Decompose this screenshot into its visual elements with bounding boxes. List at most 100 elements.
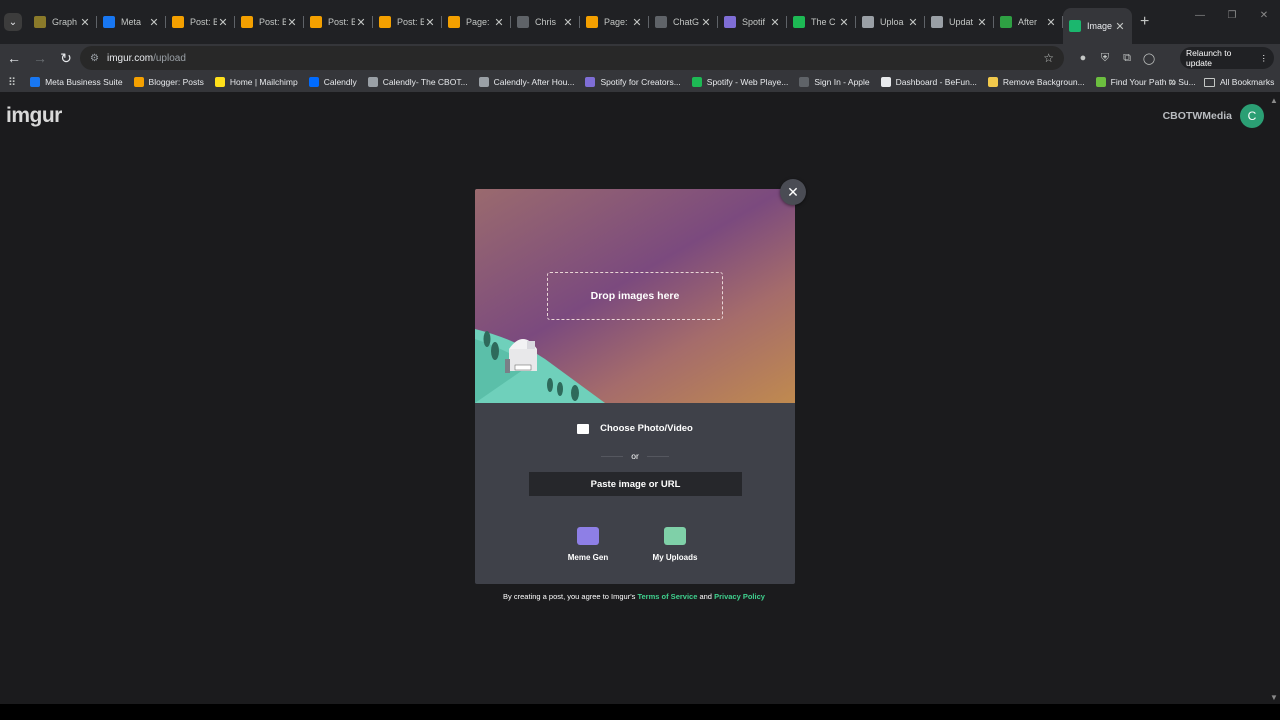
bookmark-item[interactable]: Spotify - Web Playe... bbox=[691, 77, 788, 87]
choose-photo-video-button[interactable]: Choose Photo/Video bbox=[475, 423, 795, 434]
close-icon[interactable]: ✕ bbox=[286, 16, 298, 29]
bookmark-item[interactable]: Remove Backgroun... bbox=[987, 77, 1085, 87]
more-menu-icon[interactable]: ⋮ bbox=[1260, 53, 1269, 64]
tab-title: The C bbox=[811, 17, 836, 27]
drop-zone[interactable]: Drop images here bbox=[547, 272, 723, 320]
tab[interactable]: Chris ✕ bbox=[511, 6, 580, 38]
tab-favicon bbox=[1000, 16, 1012, 28]
shield-icon[interactable]: ⛨ bbox=[1094, 48, 1116, 68]
restore-icon[interactable]: ❐ bbox=[1216, 0, 1248, 30]
or-divider: or bbox=[593, 451, 677, 461]
scroll-up-icon[interactable]: ▲ bbox=[1270, 96, 1278, 105]
tab-search-button[interactable]: ⌄ bbox=[4, 13, 22, 31]
avatar[interactable]: C bbox=[1240, 104, 1264, 128]
tab[interactable]: Spotif ✕ bbox=[718, 6, 787, 38]
back-icon[interactable]: ← bbox=[2, 46, 26, 70]
address-bar[interactable]: ⚙ imgur.com/upload ☆ bbox=[80, 46, 1064, 70]
minimize-icon[interactable]: — bbox=[1184, 0, 1216, 30]
window-controls: — ❐ ✕ bbox=[1184, 0, 1280, 30]
tab-favicon bbox=[517, 16, 529, 28]
all-bookmarks-button[interactable]: All Bookmarks bbox=[1204, 77, 1274, 87]
meme-gen-icon bbox=[577, 527, 599, 545]
close-icon[interactable]: ✕ bbox=[79, 16, 91, 29]
close-icon[interactable]: ✕ bbox=[217, 16, 229, 29]
bookmark-icon bbox=[133, 77, 144, 87]
bookmark-item[interactable]: Dashboard - BeFun... bbox=[880, 77, 977, 87]
bookmark-item[interactable]: Calendly- After Hou... bbox=[478, 77, 574, 87]
tab[interactable]: After ✕ bbox=[994, 6, 1063, 38]
bookmark-icon bbox=[367, 77, 378, 87]
terms-of-service-link[interactable]: Terms of Service bbox=[637, 592, 697, 601]
user-menu[interactable]: CBOTWMedia C bbox=[1163, 104, 1264, 128]
tab-title: Page: bbox=[604, 17, 628, 27]
puzzle-icon[interactable]: ⧉ bbox=[1116, 48, 1138, 68]
close-icon[interactable]: ✕ bbox=[1114, 20, 1126, 33]
tab-active[interactable]: Image ✕ bbox=[1063, 8, 1132, 44]
close-icon[interactable]: ✕ bbox=[148, 16, 160, 29]
site-info-icon[interactable]: ⚙ bbox=[90, 53, 99, 64]
extension-icons: ● ⛨ ⧉ ◯ bbox=[1072, 48, 1160, 68]
more-bookmarks-icon[interactable]: » bbox=[1170, 76, 1176, 88]
tab[interactable]: Page: ✕ bbox=[442, 6, 511, 38]
tab[interactable]: Updat ✕ bbox=[925, 6, 994, 38]
username[interactable]: CBOTWMedia bbox=[1163, 110, 1232, 122]
close-icon[interactable]: ✕ bbox=[631, 16, 643, 29]
tab[interactable]: ChatG ✕ bbox=[649, 6, 718, 38]
tab-title: Chris bbox=[535, 17, 557, 27]
close-modal-button[interactable]: ✕ bbox=[780, 179, 806, 205]
close-icon[interactable]: ✕ bbox=[355, 16, 367, 29]
bookmark-item[interactable]: Find Your Path to Su... bbox=[1095, 77, 1196, 87]
bookmark-item[interactable]: Meta Business Suite bbox=[30, 77, 123, 87]
tab-title: ChatG bbox=[673, 17, 700, 27]
scroll-down-icon[interactable]: ▼ bbox=[1270, 693, 1278, 702]
close-window-icon[interactable]: ✕ bbox=[1248, 0, 1280, 30]
tab[interactable]: The C ✕ bbox=[787, 6, 856, 38]
bookmark-item[interactable]: Sign In - Apple bbox=[799, 77, 870, 87]
reload-icon[interactable]: ↻ bbox=[54, 46, 78, 70]
new-tab-button[interactable]: + bbox=[1140, 13, 1149, 31]
upload-hero: Drop images here bbox=[475, 189, 795, 403]
close-icon[interactable]: ✕ bbox=[562, 16, 574, 29]
close-icon[interactable]: ✕ bbox=[976, 16, 988, 29]
tab-favicon bbox=[379, 16, 391, 28]
bookmark-item[interactable]: Home | Mailchimp bbox=[214, 77, 298, 87]
scrollbar[interactable]: ▲ ▼ bbox=[1268, 92, 1280, 704]
close-icon[interactable]: ✕ bbox=[1045, 16, 1057, 29]
tab[interactable]: Post: B ✕ bbox=[235, 6, 304, 38]
tab-title: Updat bbox=[949, 17, 974, 27]
tab[interactable]: Graph ✕ bbox=[28, 6, 97, 38]
tab-title: After bbox=[1018, 17, 1038, 27]
bookmark-item[interactable]: Blogger: Posts bbox=[133, 77, 204, 87]
tab-favicon bbox=[241, 16, 253, 28]
bookmark-icon bbox=[214, 77, 225, 87]
tab[interactable]: Uploa ✕ bbox=[856, 6, 925, 38]
close-icon[interactable]: ✕ bbox=[769, 16, 781, 29]
imgur-logo[interactable]: imgur bbox=[6, 104, 62, 128]
meme-gen-button[interactable]: Meme Gen bbox=[558, 527, 618, 562]
bookmark-star-icon[interactable]: ☆ bbox=[1043, 51, 1054, 65]
profile-icon[interactable]: ◯ bbox=[1138, 48, 1160, 68]
close-icon[interactable]: ✕ bbox=[907, 16, 919, 29]
paste-image-url-button[interactable]: Paste image or URL bbox=[529, 472, 742, 496]
close-icon[interactable]: ✕ bbox=[700, 16, 712, 29]
apps-grid-icon[interactable]: ⠿ bbox=[8, 76, 16, 89]
bookmark-item[interactable]: Spotify for Creators... bbox=[585, 77, 681, 87]
bookmark-icon bbox=[30, 77, 41, 87]
close-icon[interactable]: ✕ bbox=[838, 16, 850, 29]
page-content: imgur CBOTWMedia C Drop images here Choo… bbox=[0, 92, 1280, 704]
tab[interactable]: Meta ✕ bbox=[97, 6, 166, 38]
forward-icon[interactable]: → bbox=[28, 46, 52, 70]
tab[interactable]: Post: B ✕ bbox=[166, 6, 235, 38]
close-icon[interactable]: ✕ bbox=[424, 16, 436, 29]
my-uploads-button[interactable]: My Uploads bbox=[645, 527, 705, 562]
relaunch-button[interactable]: Relaunch to update ⋮ bbox=[1180, 47, 1274, 69]
close-icon[interactable]: ✕ bbox=[493, 16, 505, 29]
extension-badge-icon[interactable]: ● bbox=[1072, 48, 1094, 68]
bookmark-icon bbox=[691, 77, 702, 87]
tab[interactable]: Post: B ✕ bbox=[373, 6, 442, 38]
bookmark-item[interactable]: Calendly- The CBOT... bbox=[367, 77, 468, 87]
tab[interactable]: Post: B ✕ bbox=[304, 6, 373, 38]
tab[interactable]: Page: ✕ bbox=[580, 6, 649, 38]
bookmark-item[interactable]: Calendly bbox=[308, 77, 357, 87]
privacy-policy-link[interactable]: Privacy Policy bbox=[714, 592, 765, 601]
